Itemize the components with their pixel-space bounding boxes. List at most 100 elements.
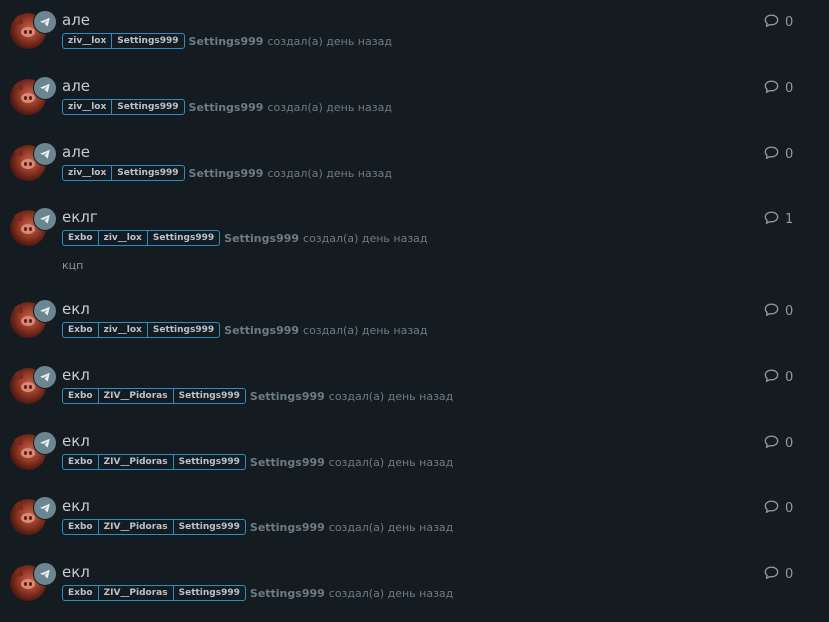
reply-count: 0 bbox=[785, 566, 794, 582]
reply-count: 0 bbox=[785, 435, 794, 451]
tag-label[interactable]: ZIV__Pidoras bbox=[97, 586, 173, 600]
tag-label[interactable]: Settings999 bbox=[146, 323, 219, 337]
thread-author[interactable]: Settings999 bbox=[250, 390, 325, 403]
reply-counter: 0 bbox=[764, 434, 794, 451]
tag-label[interactable]: Settings999 bbox=[172, 520, 245, 534]
thread-meta: ziv__lox Settings999 Settings999 создал(а… bbox=[62, 165, 392, 181]
telegram-icon bbox=[33, 76, 57, 100]
comment-icon bbox=[764, 565, 779, 584]
user-avatar[interactable] bbox=[10, 299, 57, 346]
tag-label[interactable]: Settings999 bbox=[111, 100, 183, 114]
thread-meta: Exbo ziv__lox Settings999 Settings999 созд… bbox=[62, 322, 428, 338]
user-avatar[interactable] bbox=[10, 365, 57, 412]
thread-author[interactable]: Settings999 bbox=[250, 456, 325, 469]
thread-created: создал(а) день назад bbox=[267, 100, 392, 114]
thread-item[interactable]: екл Exbo ZIV__Pidoras Settings999 Settings… bbox=[0, 431, 829, 478]
tag-label[interactable]: ZIV__Pidoras bbox=[97, 389, 173, 403]
tag-label[interactable]: ziv__lox bbox=[63, 166, 111, 180]
tag-label[interactable]: Settings999 bbox=[172, 455, 245, 469]
thread-item[interactable]: але ziv__lox Settings999 Settings999 созд… bbox=[0, 76, 829, 123]
thread-meta: ziv__lox Settings999 Settings999 создал(а… bbox=[62, 33, 392, 49]
tag-label[interactable]: Exbo bbox=[63, 520, 98, 534]
reply-counter: 0 bbox=[764, 565, 794, 584]
comment-icon bbox=[764, 13, 779, 32]
thread-author[interactable]: Settings999 bbox=[250, 587, 325, 600]
reply-count: 0 bbox=[785, 303, 794, 319]
thread-title[interactable]: але bbox=[62, 11, 90, 29]
comment-icon bbox=[764, 79, 779, 98]
tag-label[interactable]: ziv__lox bbox=[63, 100, 111, 114]
thread-item[interactable]: але ziv__lox Settings999 Settings999 созд… bbox=[0, 10, 829, 57]
telegram-icon bbox=[33, 365, 57, 389]
tag-group: ziv__lox Settings999 bbox=[62, 33, 185, 49]
tag-group: Exbo ZIV__Pidoras Settings999 bbox=[62, 388, 246, 404]
telegram-icon bbox=[33, 207, 57, 231]
tag-label[interactable]: Exbo bbox=[63, 323, 98, 337]
thread-title[interactable]: але bbox=[62, 77, 90, 95]
thread-created: создал(а) день назад bbox=[328, 520, 454, 534]
thread-meta: Exbo ZIV__Pidoras Settings999 Settings999 … bbox=[62, 519, 453, 535]
thread-snippet: кцп bbox=[62, 259, 84, 272]
thread-item[interactable]: але ziv__lox Settings999 Settings999 созд… bbox=[0, 142, 829, 189]
thread-item[interactable]: екл Exbo ziv__lox Settings999 Settings999 … bbox=[0, 299, 829, 346]
thread-author[interactable]: Settings999 bbox=[189, 101, 264, 114]
tag-label[interactable]: ZIV__Pidoras bbox=[97, 455, 173, 469]
tag-label[interactable]: Exbo bbox=[63, 389, 98, 403]
thread-created: создал(а) день назад bbox=[303, 231, 428, 245]
user-avatar[interactable] bbox=[10, 562, 57, 609]
user-avatar[interactable] bbox=[10, 76, 57, 123]
thread-author[interactable]: Settings999 bbox=[224, 324, 299, 337]
tag-label[interactable]: Settings999 bbox=[172, 586, 245, 600]
thread-title[interactable]: екл bbox=[62, 497, 90, 515]
user-avatar[interactable] bbox=[10, 431, 57, 478]
tag-label[interactable]: ZIV__Pidoras bbox=[97, 520, 173, 534]
tag-group: Exbo ziv__lox Settings999 bbox=[62, 322, 221, 338]
thread-item[interactable]: еклг Exbo ziv__lox Settings999 Settings999… bbox=[0, 207, 829, 278]
thread-item[interactable]: екл Exbo ZIV__Pidoras Settings999 Settings… bbox=[0, 496, 829, 543]
user-avatar[interactable] bbox=[10, 496, 57, 543]
thread-title[interactable]: екл bbox=[62, 432, 90, 450]
reply-count: 0 bbox=[785, 146, 794, 162]
tag-label[interactable]: Settings999 bbox=[146, 231, 219, 245]
comment-icon bbox=[764, 210, 779, 229]
thread-item[interactable]: екл Exbo ZIV__Pidoras Settings999 Settings… bbox=[0, 365, 829, 412]
comment-icon bbox=[764, 499, 779, 518]
thread-title[interactable]: екл bbox=[62, 563, 90, 581]
tag-label[interactable]: Exbo bbox=[63, 586, 98, 600]
tag-label[interactable]: Settings999 bbox=[111, 166, 183, 180]
thread-author[interactable]: Settings999 bbox=[189, 167, 264, 180]
thread-author[interactable]: Settings999 bbox=[189, 35, 264, 48]
thread-title[interactable]: але bbox=[62, 143, 90, 161]
comment-icon bbox=[764, 145, 779, 164]
thread-author[interactable]: Settings999 bbox=[224, 232, 299, 245]
tag-label[interactable]: ziv__lox bbox=[97, 231, 147, 245]
tag-label[interactable]: ziv__lox bbox=[97, 323, 147, 337]
reply-count: 0 bbox=[785, 80, 794, 96]
thread-title[interactable]: екл bbox=[62, 366, 90, 384]
reply-count: 0 bbox=[785, 500, 794, 516]
reply-count: 1 bbox=[785, 211, 794, 227]
user-avatar[interactable] bbox=[10, 142, 57, 189]
user-avatar[interactable] bbox=[10, 207, 57, 254]
tag-label[interactable]: ziv__lox bbox=[63, 34, 111, 48]
user-avatar[interactable] bbox=[10, 10, 57, 57]
comment-icon bbox=[764, 368, 779, 387]
thread-created: создал(а) день назад bbox=[267, 166, 392, 180]
thread-meta: Exbo ziv__lox Settings999 Settings999 созд… bbox=[62, 230, 428, 246]
tag-label[interactable]: Exbo bbox=[63, 455, 98, 469]
thread-title[interactable]: еклг bbox=[62, 208, 98, 226]
comment-icon bbox=[764, 302, 779, 321]
thread-created: создал(а) день назад bbox=[267, 34, 392, 48]
thread-author[interactable]: Settings999 bbox=[250, 521, 325, 534]
tag-label[interactable]: Exbo bbox=[63, 231, 98, 245]
reply-counter: 0 bbox=[764, 145, 794, 164]
tag-group: Exbo ziv__lox Settings999 bbox=[62, 230, 221, 246]
tag-label[interactable]: Settings999 bbox=[172, 389, 245, 403]
tag-group: Exbo ZIV__Pidoras Settings999 bbox=[62, 454, 246, 470]
thread-list: але ziv__lox Settings999 Settings999 созд… bbox=[0, 0, 829, 622]
thread-item[interactable]: екл Exbo ZIV__Pidoras Settings999 Settings… bbox=[0, 562, 829, 609]
thread-title[interactable]: екл bbox=[62, 300, 90, 318]
tag-group: ziv__lox Settings999 bbox=[62, 165, 185, 181]
thread-meta: Exbo ZIV__Pidoras Settings999 Settings999 … bbox=[62, 454, 453, 470]
tag-label[interactable]: Settings999 bbox=[111, 34, 183, 48]
